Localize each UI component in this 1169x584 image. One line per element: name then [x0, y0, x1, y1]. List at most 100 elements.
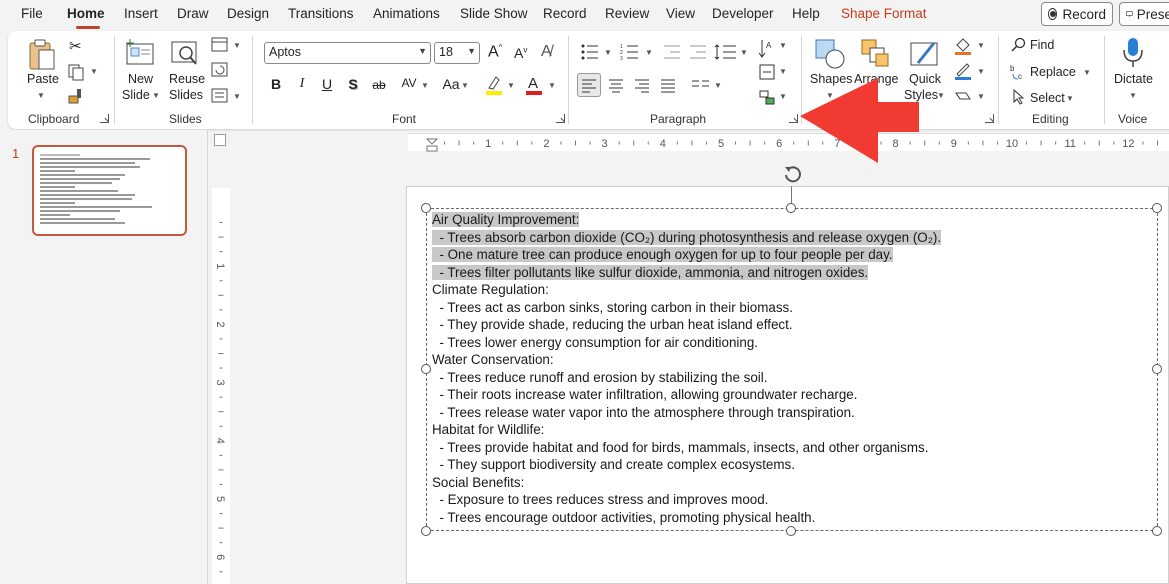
underline-button[interactable]: U — [317, 76, 337, 92]
numbering-icon[interactable]: 123 — [620, 43, 642, 61]
tab-record[interactable]: Record — [543, 6, 587, 21]
select-chevron-icon[interactable]: ▼ — [1066, 94, 1074, 103]
tab-review[interactable]: Review — [605, 6, 649, 21]
select-icon[interactable] — [1011, 89, 1027, 105]
new-slide-chevron-icon[interactable]: ▼ — [152, 91, 160, 100]
copy-icon[interactable] — [67, 63, 85, 81]
resize-handle-bottom-left[interactable] — [421, 526, 431, 536]
tab-help[interactable]: Help — [792, 6, 820, 21]
character-spacing-button[interactable]: AV — [397, 76, 421, 90]
columns-icon[interactable] — [690, 76, 712, 92]
highlight-color-icon[interactable] — [484, 74, 504, 96]
shape-outline-chevron-icon[interactable]: ▼ — [977, 67, 985, 76]
tab-insert[interactable]: Insert — [124, 6, 158, 21]
paragraph-launcher-icon[interactable] — [789, 114, 798, 123]
section-icon[interactable] — [211, 88, 229, 104]
resize-handle-bottom-right[interactable] — [1152, 526, 1162, 536]
align-text-icon[interactable] — [758, 63, 776, 81]
shape-fill-icon[interactable] — [953, 36, 973, 56]
align-left-button[interactable] — [577, 73, 601, 97]
align-right-icon[interactable] — [631, 74, 653, 96]
line-spacing-chevron-icon[interactable]: ▼ — [740, 48, 748, 57]
text-line[interactable]: - They provide shade, reducing the urban… — [432, 316, 941, 334]
italic-button[interactable]: I — [292, 76, 312, 92]
resize-handle-bottom[interactable] — [786, 526, 796, 536]
text-shadow-button[interactable]: S — [343, 76, 363, 92]
find-icon[interactable] — [1011, 37, 1027, 53]
text-line[interactable]: - Trees release water vapor into the atm… — [432, 404, 941, 422]
record-button[interactable]: Record — [1041, 2, 1113, 26]
smartart-icon[interactable] — [758, 88, 776, 106]
horizontal-ruler[interactable]: 1 2 3 4 5 6 7 8 9 10 11 12 — [408, 133, 1169, 152]
resize-handle-top-left[interactable] — [421, 203, 431, 213]
text-line[interactable]: - One mature tree can produce enough oxy… — [432, 246, 941, 264]
resize-handle-left[interactable] — [421, 364, 431, 374]
replace-button[interactable]: Replace — [1030, 65, 1076, 79]
align-center-icon[interactable] — [605, 74, 627, 96]
align-text-chevron-icon[interactable]: ▼ — [779, 67, 787, 76]
tab-file[interactable]: File — [21, 6, 43, 21]
tab-home[interactable]: Home — [67, 6, 105, 21]
bullets-chevron-icon[interactable]: ▼ — [604, 48, 612, 57]
rotate-handle-icon[interactable] — [781, 163, 803, 185]
text-direction-chevron-icon[interactable]: ▼ — [779, 41, 787, 50]
text-direction-icon[interactable]: A — [758, 38, 774, 60]
text-line[interactable]: - Trees provide habitat and food for bir… — [432, 439, 941, 457]
new-slide-icon[interactable]: + — [125, 38, 157, 68]
font-name-combo[interactable]: Aptos ▼ — [264, 42, 431, 64]
tab-slide-show[interactable]: Slide Show — [460, 6, 528, 21]
layout-icon[interactable] — [211, 37, 229, 53]
increase-indent-icon[interactable] — [688, 43, 708, 61]
layout-chevron-icon[interactable]: ▼ — [233, 41, 241, 50]
decrease-indent-icon[interactable] — [662, 43, 682, 61]
text-line[interactable]: - They support biodiversity and create c… — [432, 456, 941, 474]
quick-styles-chevron-icon[interactable]: ▼ — [937, 91, 945, 100]
reset-slide-icon[interactable] — [211, 62, 229, 78]
bullets-icon[interactable] — [580, 43, 602, 61]
highlight-chevron-icon[interactable]: ▼ — [507, 81, 515, 90]
tab-design[interactable]: Design — [227, 6, 269, 21]
text-line[interactable]: - Trees reduce runoff and erosion by sta… — [432, 369, 941, 387]
tab-transitions[interactable]: Transitions — [288, 6, 354, 21]
text-line[interactable]: Air Quality Improvement: — [432, 211, 941, 229]
font-color-icon[interactable]: A — [524, 73, 544, 96]
text-line[interactable]: - Trees absorb carbon dioxide (CO₂) duri… — [432, 229, 942, 247]
change-case-button[interactable]: Aa — [440, 76, 462, 92]
strikethrough-button[interactable]: ab — [369, 78, 389, 92]
clipboard-launcher-icon[interactable] — [100, 114, 109, 123]
text-box-content[interactable]: Air Quality Improvement: - Trees absorb … — [432, 211, 942, 526]
text-line[interactable]: - Trees lower energy consumption for air… — [432, 334, 941, 352]
text-line[interactable]: Climate Regulation: — [432, 281, 941, 299]
shape-effects-chevron-icon[interactable]: ▼ — [977, 92, 985, 101]
indent-marker-icon[interactable] — [426, 138, 438, 152]
line-spacing-icon[interactable] — [714, 43, 738, 61]
microphone-icon[interactable] — [1120, 36, 1146, 70]
shape-fill-chevron-icon[interactable]: ▼ — [977, 41, 985, 50]
replace-chevron-icon[interactable]: ▼ — [1083, 68, 1091, 77]
bold-button[interactable]: B — [266, 76, 286, 92]
format-painter-icon[interactable] — [67, 87, 85, 105]
replace-icon[interactable]: bc — [1009, 62, 1029, 82]
resize-handle-top-right[interactable] — [1152, 203, 1162, 213]
text-line[interactable]: Water Conservation: — [432, 351, 941, 369]
text-line[interactable]: - Trees act as carbon sinks, storing car… — [432, 299, 941, 317]
dictate-chevron-icon[interactable]: ▼ — [1129, 91, 1137, 100]
tab-animations[interactable]: Animations — [373, 6, 440, 21]
slide-thumbnail[interactable] — [32, 145, 187, 236]
clear-formatting-icon[interactable]: A̸ — [541, 43, 552, 61]
numbering-chevron-icon[interactable]: ▼ — [645, 48, 653, 57]
reuse-slides-icon[interactable] — [170, 38, 200, 68]
font-color-chevron-icon[interactable]: ▼ — [548, 81, 556, 90]
drawing-launcher-icon[interactable] — [985, 114, 994, 123]
tab-developer[interactable]: Developer — [712, 6, 774, 21]
find-button[interactable]: Find — [1030, 38, 1054, 52]
spacing-chevron-icon[interactable]: ▼ — [421, 81, 429, 90]
text-line[interactable]: Social Benefits: — [432, 474, 941, 492]
section-chevron-icon[interactable]: ▼ — [233, 92, 241, 101]
grow-font-icon[interactable]: A^ — [488, 43, 502, 61]
shape-outline-icon[interactable] — [953, 61, 973, 81]
ruler-tab-selector[interactable] — [214, 134, 226, 146]
shrink-font-icon[interactable]: Av — [514, 45, 527, 61]
text-line[interactable]: - Their roots increase water infiltratio… — [432, 386, 941, 404]
tab-draw[interactable]: Draw — [177, 6, 209, 21]
